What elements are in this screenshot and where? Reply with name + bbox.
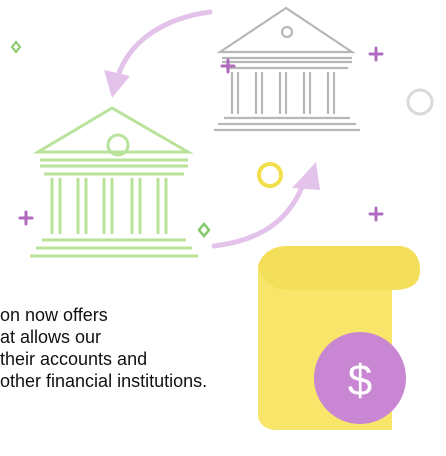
circle-sparkle-icon bbox=[406, 88, 434, 116]
caption-text: on now offers at allows our their accoun… bbox=[0, 304, 320, 392]
plus-sparkle-icon bbox=[368, 46, 384, 62]
diamond-sparkle-icon bbox=[10, 40, 22, 54]
curved-arrow-icon bbox=[211, 162, 320, 249]
caption-line: other financial institutions. bbox=[0, 371, 208, 391]
dollar-sign-icon: $ bbox=[348, 356, 372, 405]
plus-sparkle-icon bbox=[368, 206, 384, 222]
bank-building-outline-icon bbox=[214, 6, 360, 132]
diamond-sparkle-icon bbox=[197, 222, 211, 238]
caption-line: their accounts and bbox=[0, 349, 148, 369]
caption-line: at allows our bbox=[0, 327, 102, 347]
dollar-coin-icon: $ bbox=[314, 332, 406, 424]
bank-transfer-illustration: $ on now offers at allows our their acco… bbox=[0, 0, 446, 456]
circle-sparkle-icon bbox=[257, 162, 283, 188]
plus-sparkle-icon bbox=[18, 210, 34, 226]
caption-line: on now offers bbox=[0, 305, 108, 325]
curved-arrow-icon bbox=[104, 9, 213, 98]
bank-building-icon bbox=[30, 106, 198, 258]
